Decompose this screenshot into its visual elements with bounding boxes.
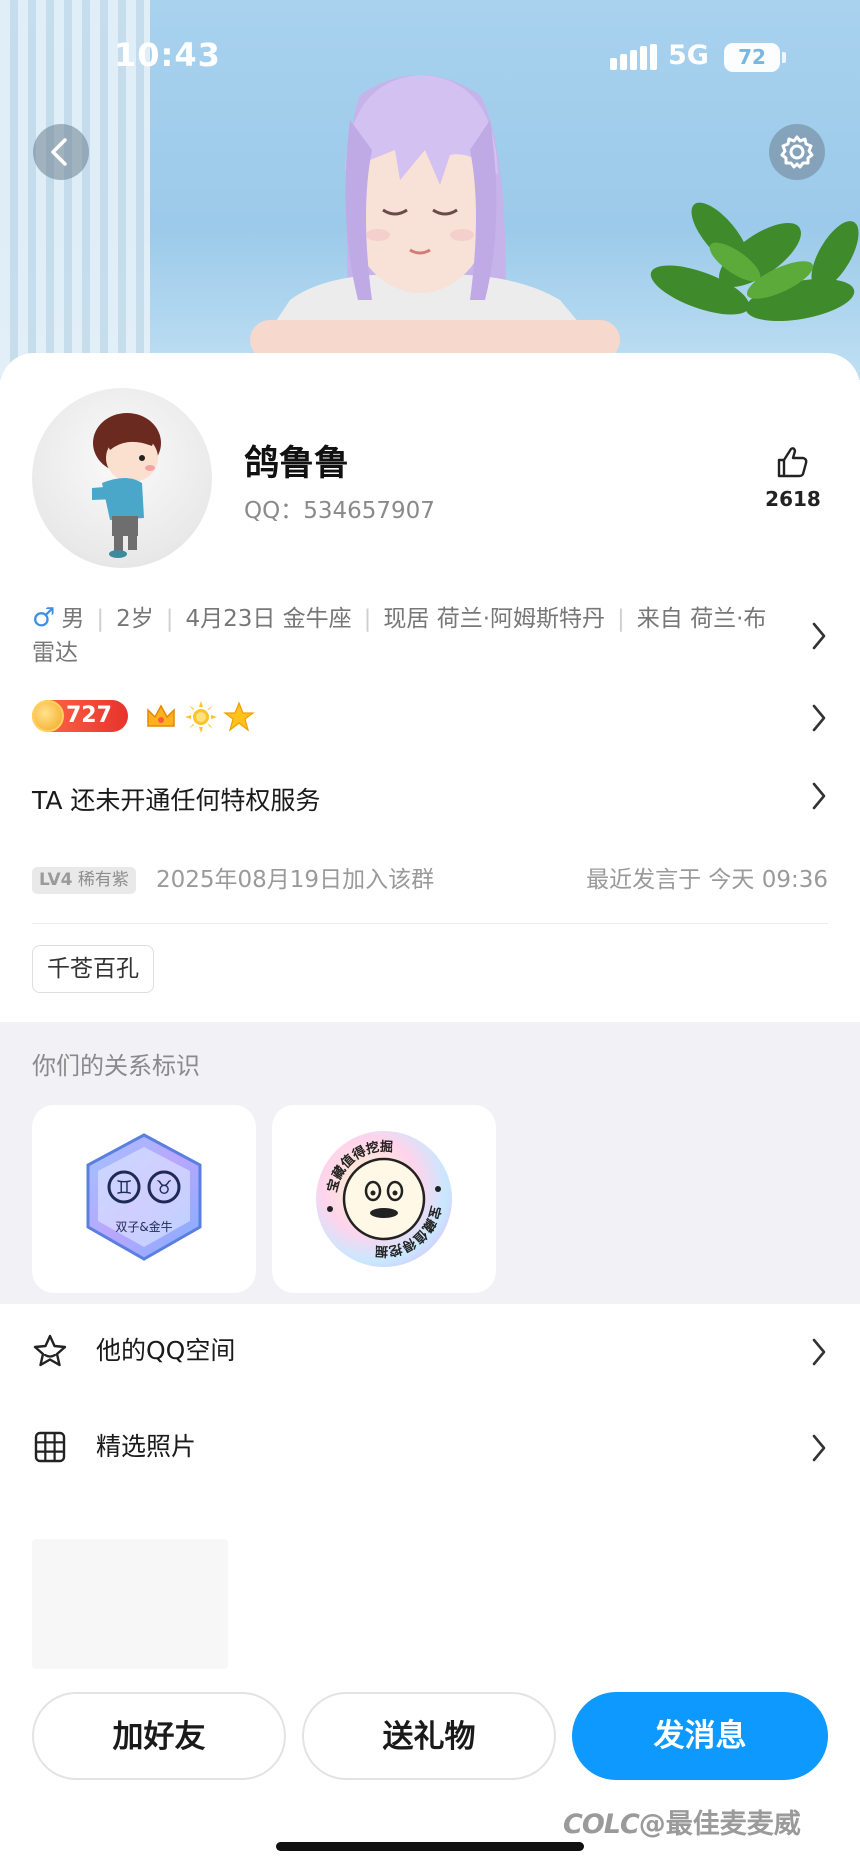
coin-icon xyxy=(32,700,64,732)
watermark-logo: COLC xyxy=(563,1809,640,1840)
profile-card: 鸽鲁鲁 QQ：534657907 2618 ♂ 男 | 2岁 | 4月23日 金牛座 | 现居… xyxy=(0,353,860,1864)
info-separator: | xyxy=(617,606,625,632)
treasure-badge-icon: 宝藏值得挖掘 宝藏值得挖掘 xyxy=(316,1131,452,1267)
menu-item-qzone[interactable]: 他的QQ空间 xyxy=(0,1311,860,1391)
avatar[interactable] xyxy=(32,388,212,568)
send-gift-button[interactable]: 送礼物 xyxy=(302,1692,556,1780)
relation-title: 你们的关系标识 xyxy=(32,1052,200,1080)
home-indicator[interactable] xyxy=(276,1842,584,1851)
grid-icon xyxy=(34,1431,66,1463)
chevron-right-icon[interactable] xyxy=(810,621,828,651)
watermark-text: @最佳麦麦威 xyxy=(638,1809,801,1840)
avatar-illustration xyxy=(92,413,161,558)
chevron-right-icon[interactable] xyxy=(810,781,828,811)
menu-item-label: 他的QQ空间 xyxy=(96,1336,236,1365)
crown-icon xyxy=(147,704,175,727)
zodiac-caption: 双子&金牛 xyxy=(115,1219,172,1234)
send-message-button[interactable]: 发消息 xyxy=(572,1692,828,1780)
divider xyxy=(32,923,828,924)
info-birthday: 4月23日 金牛座 xyxy=(185,606,352,632)
group-info-row: LV4 稀有紫 2025年08月19日加入该群 最近发言于 今天 09:36 xyxy=(32,865,828,895)
add-friend-button[interactable]: 加好友 xyxy=(32,1692,286,1780)
zodiac-symbol: ♊ xyxy=(115,1177,132,1199)
profile-nickname: 鸽鲁鲁 xyxy=(244,444,350,484)
level-badge: LV4 稀有紫 xyxy=(32,867,136,894)
watermark: COLC@最佳麦麦威 xyxy=(563,1802,801,1841)
status-time: 10:43 xyxy=(114,36,221,74)
chevron-right-icon xyxy=(812,1434,826,1462)
like-count: 2618 xyxy=(765,487,821,511)
info-separator: | xyxy=(165,606,174,632)
zodiac-badge-icon: ♊ ♉ 双子&金牛 xyxy=(86,1133,202,1261)
star-icon xyxy=(223,701,255,732)
relation-card-treasure[interactable]: 宝藏值得挖掘 宝藏值得挖掘 xyxy=(272,1105,496,1293)
battery-tip xyxy=(782,52,786,63)
relation-section: 你们的关系标识 ♊ ♉ 双子&金牛 宝藏值得挖掘 宝藏值得挖掘 xyxy=(0,1022,860,1304)
info-age: 2岁 xyxy=(116,606,154,632)
chevron-right-icon[interactable] xyxy=(810,703,828,733)
join-date: 2025年08月19日加入该群 xyxy=(156,867,435,893)
coin-count: 727 xyxy=(66,703,112,728)
info-separator: | xyxy=(96,606,105,632)
zodiac-symbol: ♉ xyxy=(155,1177,172,1199)
level-number: LV4 xyxy=(39,870,73,890)
battery-level: 72 xyxy=(738,45,766,69)
menu-item-label: 精选照片 xyxy=(96,1432,197,1461)
settings-button[interactable] xyxy=(769,124,825,180)
like-button[interactable]: 2618 xyxy=(760,445,826,511)
badge-row[interactable]: 727 xyxy=(32,700,532,734)
battery-icon: 72 xyxy=(724,43,780,72)
gear-icon xyxy=(780,135,814,169)
privilege-status[interactable]: TA 还未开通任何特权服务 xyxy=(32,781,320,817)
photo-thumbnail[interactable] xyxy=(32,1539,228,1669)
menu-item-photos[interactable]: 精选照片 xyxy=(0,1407,860,1487)
profile-info-row[interactable]: ♂ 男 | 2岁 | 4月23日 金牛座 | 现居 荷兰·阿姆斯特丹 | 来自 荷兰·布雷达 xyxy=(32,601,772,670)
info-separator: | xyxy=(363,606,372,632)
chevron-right-icon xyxy=(812,1338,826,1366)
level-title: 稀有紫 xyxy=(77,870,129,890)
qq-number: QQ：534657907 xyxy=(244,498,435,524)
thumbs-up-icon xyxy=(777,447,808,478)
signal-icon xyxy=(610,44,657,70)
info-location: 现居 荷兰·阿姆斯特丹 xyxy=(383,606,606,632)
relation-card-zodiac[interactable]: ♊ ♉ 双子&金牛 xyxy=(32,1105,256,1293)
coin-badge: 727 xyxy=(32,700,128,732)
back-button[interactable] xyxy=(33,124,89,180)
sun-icon xyxy=(185,701,217,733)
star-outline-icon xyxy=(33,1334,67,1367)
status-bar: 10:43 5G 72 xyxy=(0,0,860,110)
last-speak-time: 最近发言于 今天 09:36 xyxy=(586,867,828,893)
male-icon: ♂ xyxy=(32,603,56,633)
info-gender: 男 xyxy=(61,606,85,632)
profile-tag[interactable]: 千苍百孔 xyxy=(32,945,154,993)
chevron-left-icon xyxy=(51,138,67,166)
network-type: 5G xyxy=(668,40,709,71)
